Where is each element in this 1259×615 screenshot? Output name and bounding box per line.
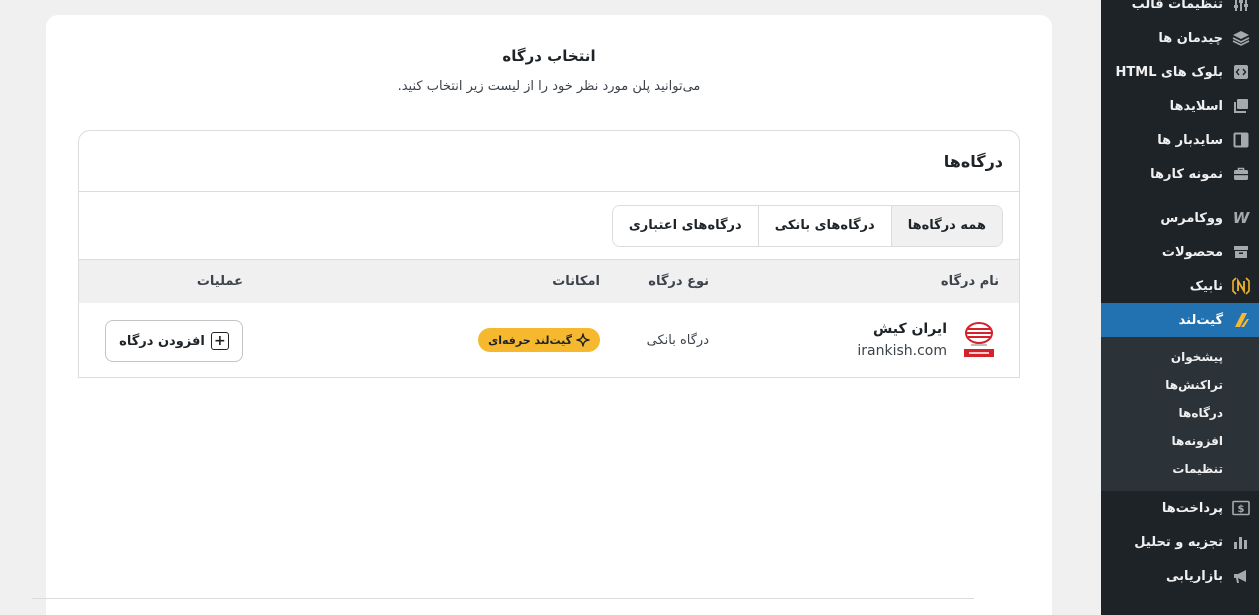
- menu-label: تجزیه و تحلیل: [1134, 534, 1223, 550]
- menu-label: تنظیمات قالب: [1131, 0, 1223, 12]
- menu-label: گیت‌لند: [1178, 312, 1223, 328]
- briefcase-icon: [1231, 164, 1251, 184]
- menu-woocommerce[interactable]: W ووکامرس: [1101, 201, 1259, 235]
- sidebar-icon: [1231, 130, 1251, 150]
- filter-tabs-row: همه درگاه‌ها درگاه‌های بانکی درگاه‌های ا…: [79, 192, 1019, 259]
- table-row: ایران کیش irankish.com درگاه بانکی گیت‌ل…: [79, 303, 1019, 377]
- menu-payments[interactable]: $ پرداخت‌ها: [1101, 491, 1259, 525]
- table-header: نام درگاه نوع درگاه امکانات عملیات: [79, 259, 1019, 303]
- archive-icon: [1231, 242, 1251, 262]
- menu-products[interactable]: محصولات: [1101, 235, 1259, 269]
- gateland-submenu: پیشخوان تراکنش‌ها درگاه‌ها افزونه‌ها تنظ…: [1101, 337, 1259, 491]
- menu-label: محصولات: [1161, 244, 1223, 260]
- menu-label: پرداخت‌ها: [1161, 500, 1223, 516]
- menu-portfolio[interactable]: نمونه کارها: [1101, 157, 1259, 191]
- menu-gateland[interactable]: گیت‌لند: [1093, 303, 1259, 337]
- tab-credit-gateways[interactable]: درگاه‌های اعتباری: [612, 205, 758, 246]
- megaphone-icon: [1231, 566, 1251, 586]
- menu-slides[interactable]: اسلایدها: [1101, 89, 1259, 123]
- col-name-header: نام درگاه: [940, 274, 999, 289]
- menu-layouts[interactable]: چیدمان ها: [1101, 21, 1259, 55]
- page-title: انتخاب درگاه: [502, 47, 596, 65]
- badge-label: گیت‌لند حرفه‌ای: [488, 333, 572, 347]
- gateland-icon: [1231, 310, 1251, 330]
- submenu-settings[interactable]: تنظیمات: [1101, 455, 1259, 483]
- col-features-header: امکانات: [552, 274, 600, 289]
- page-subtitle: می‌توانید پلن مورد نظر خود را از لیست زی…: [397, 79, 701, 94]
- menu-label: بلوک های HTML: [1115, 64, 1223, 80]
- add-gateway-label: افزودن درگاه: [119, 333, 205, 349]
- gateways-box: درگاه‌ها همه درگاه‌ها درگاه‌های بانکی در…: [78, 130, 1020, 378]
- woocommerce-icon: W: [1232, 209, 1250, 227]
- menu-label: چیدمان ها: [1158, 30, 1223, 46]
- menu-html-blocks[interactable]: بلوک های HTML: [1101, 55, 1259, 89]
- tab-all-gateways[interactable]: همه درگاه‌ها: [890, 205, 1002, 246]
- nabik-icon: [1231, 276, 1251, 296]
- bottom-divider: [32, 598, 974, 599]
- submenu-plugins[interactable]: افزونه‌ها: [1101, 427, 1259, 455]
- menu-sidebars[interactable]: سایدبار ها: [1101, 123, 1259, 157]
- menu-theme-settings[interactable]: تنظیمات قالب: [1101, 0, 1259, 21]
- menu-label: نمونه کارها: [1150, 166, 1223, 182]
- code-block-icon: [1231, 62, 1251, 82]
- menu-marketing[interactable]: بازاریابی: [1101, 559, 1259, 593]
- menu-label: بازاریابی: [1166, 568, 1223, 584]
- slides-icon: [1231, 96, 1251, 116]
- submenu-dashboard[interactable]: پیشخوان: [1101, 343, 1259, 371]
- gateway-type: درگاه بانکی: [646, 333, 709, 348]
- menu-label: اسلایدها: [1169, 98, 1223, 114]
- gateway-domain: irankish.com: [857, 343, 947, 359]
- menu-analytics[interactable]: تجزیه و تحلیل: [1101, 525, 1259, 559]
- gateway-select-card: انتخاب درگاه می‌توانید پلن مورد نظر خود …: [46, 15, 1052, 615]
- menu-label: سایدبار ها: [1157, 132, 1223, 148]
- pro-badge: گیت‌لند حرفه‌ای: [478, 328, 600, 352]
- menu-label: ووکامرس: [1160, 210, 1223, 226]
- menu-label: نابیک: [1189, 278, 1223, 294]
- gateways-box-title: درگاه‌ها: [79, 131, 1019, 192]
- submenu-transactions[interactable]: تراکنش‌ها: [1101, 371, 1259, 399]
- irankish-logo-icon: [961, 321, 997, 359]
- add-gateway-button[interactable]: + افزودن درگاه: [105, 320, 243, 362]
- svg-text:$: $: [1238, 504, 1245, 515]
- sparkle-icon: [576, 333, 590, 347]
- chart-bars-icon: [1231, 532, 1251, 552]
- menu-nabik[interactable]: نابیک: [1101, 269, 1259, 303]
- col-actions-header: عملیات: [196, 274, 243, 289]
- tab-bank-gateways[interactable]: درگاه‌های بانکی: [757, 205, 891, 246]
- col-type-header: نوع درگاه: [648, 274, 709, 289]
- plus-square-icon: +: [210, 332, 229, 350]
- dollar-icon: $: [1231, 498, 1251, 518]
- admin-sidebar: تنظیمات قالب چیدمان ها بلوک های HTML اسل…: [1093, 0, 1259, 615]
- layers-icon: [1231, 28, 1251, 48]
- submenu-gateways[interactable]: درگاه‌ها: [1101, 399, 1259, 427]
- gateway-name: ایران کیش: [872, 321, 947, 337]
- filter-tabs: همه درگاه‌ها درگاه‌های بانکی درگاه‌های ا…: [611, 204, 1003, 247]
- sliders-icon: [1231, 0, 1251, 14]
